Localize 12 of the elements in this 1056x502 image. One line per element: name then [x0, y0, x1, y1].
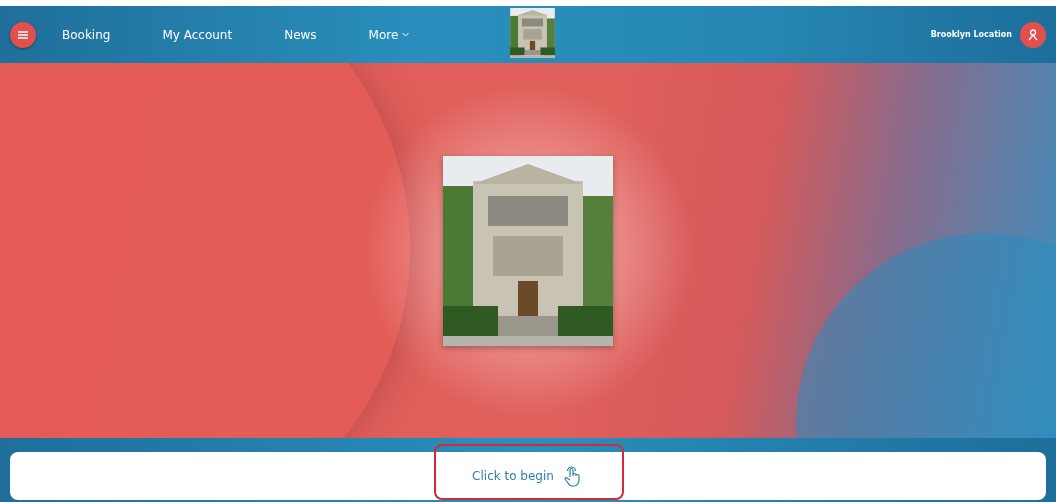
account-button[interactable] [1020, 21, 1046, 48]
menu-button[interactable] [10, 21, 36, 48]
building-logo [510, 8, 555, 58]
user-icon [1028, 28, 1038, 41]
location-label: Brooklyn Location [930, 30, 1012, 39]
caret-icon [402, 32, 410, 37]
start-button[interactable]: Click to begin [466, 461, 590, 491]
more-dropdown[interactable]: More [368, 27, 410, 42]
nav-link[interactable]: Booking [62, 27, 111, 42]
menu-icon [18, 30, 28, 39]
nav-link[interactable]: News [284, 27, 317, 42]
nav-link[interactable]: My Account [162, 27, 233, 42]
